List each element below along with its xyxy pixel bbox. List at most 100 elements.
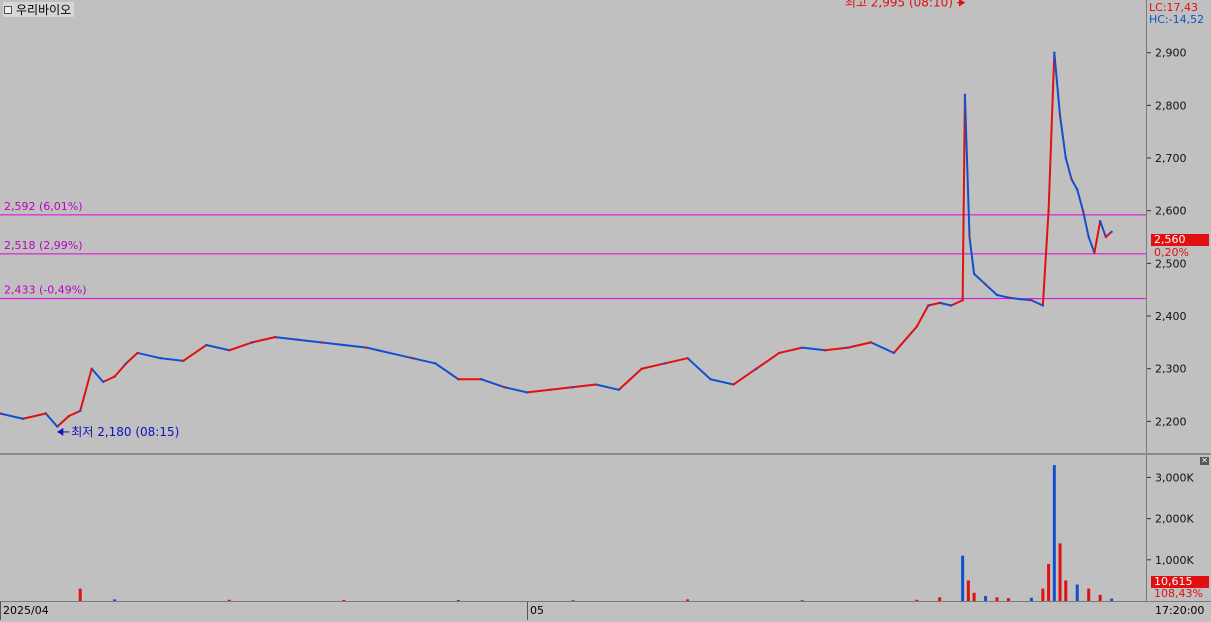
volume-bar bbox=[972, 592, 976, 601]
current-volume-change: 108,43% bbox=[1154, 587, 1203, 600]
clock-label: 17:20:00 bbox=[1155, 604, 1205, 617]
low-arrow-head bbox=[57, 427, 64, 436]
low-label: 최저 2,180 (08:15) bbox=[71, 425, 179, 439]
volume-panel[interactable] bbox=[0, 455, 1146, 601]
price-segment bbox=[1041, 210, 1050, 306]
price-point bbox=[617, 388, 621, 391]
price-point bbox=[1058, 114, 1062, 118]
price-tick-label: 2,200 bbox=[1155, 415, 1187, 428]
price-point bbox=[755, 367, 758, 370]
price-point bbox=[90, 367, 93, 370]
price-segment bbox=[847, 341, 872, 349]
price-segment bbox=[228, 341, 253, 352]
price-point bbox=[113, 375, 116, 378]
time-tick-start bbox=[0, 602, 1, 620]
price-segment bbox=[274, 336, 299, 341]
price-point bbox=[79, 409, 82, 413]
price-chart: 2,592 (6,01%) 2,518 (2,99%) 2,433 (-0,49%)… bbox=[0, 0, 1146, 439]
price-point bbox=[56, 425, 59, 428]
price-point bbox=[1076, 188, 1079, 191]
time-label-month: 05 bbox=[530, 604, 544, 617]
price-segment bbox=[504, 386, 528, 394]
price-tick-label: 2,900 bbox=[1155, 47, 1187, 60]
volume-bar bbox=[1075, 584, 1079, 601]
price-segment bbox=[251, 336, 276, 344]
price-segment bbox=[939, 301, 952, 307]
price-point bbox=[995, 293, 999, 297]
price-point bbox=[228, 349, 231, 352]
price-point bbox=[1104, 235, 1108, 239]
price-segment bbox=[45, 412, 59, 428]
level-label: 2,433 (-0,49%) bbox=[4, 284, 86, 297]
price-point bbox=[388, 351, 391, 355]
price-segment bbox=[996, 294, 1009, 299]
volume-bar bbox=[78, 588, 82, 601]
price-point bbox=[686, 356, 689, 360]
stock-chart-window: 2,592 (6,01%) 2,518 (2,99%) 2,433 (-0,49%)… bbox=[0, 0, 1211, 622]
price-segment bbox=[950, 299, 964, 307]
price-point bbox=[319, 341, 323, 344]
price-segment bbox=[893, 325, 918, 354]
price-point bbox=[915, 325, 918, 328]
price-segment bbox=[102, 375, 116, 383]
price-axis-ticks: 2,900 2,800 2,700 2,600 2,500 2,400 2,300 2,200 bbox=[1147, 47, 1187, 428]
price-segment bbox=[527, 388, 551, 394]
price-panel[interactable]: 2,592 (6,01%) 2,518 (2,99%) 2,433 (-0,49%)… bbox=[0, 0, 1146, 453]
volume-tick-label: 1,000K bbox=[1155, 554, 1194, 567]
window-square-icon[interactable] bbox=[4, 5, 12, 14]
volume-bar bbox=[1052, 465, 1056, 601]
time-axis[interactable]: 2025/04 05 17:20:00 bbox=[0, 601, 1211, 622]
price-point bbox=[663, 362, 666, 365]
volume-bar bbox=[1041, 588, 1045, 601]
price-segment bbox=[595, 383, 620, 391]
price-segment bbox=[113, 362, 127, 378]
price-point bbox=[67, 414, 70, 418]
price-tick-label: 2,800 bbox=[1155, 99, 1187, 112]
price-segment bbox=[664, 357, 688, 365]
price-segment bbox=[870, 341, 895, 354]
price-point bbox=[1030, 299, 1033, 302]
price-point bbox=[136, 351, 139, 355]
time-tick-month bbox=[527, 602, 528, 620]
price-axis[interactable]: 2,900 2,800 2,700 2,600 2,500 2,400 2,300 2,200 bbox=[1146, 0, 1211, 453]
price-tick-label: 2,400 bbox=[1155, 310, 1187, 323]
price-segment bbox=[984, 283, 998, 296]
price-point bbox=[101, 380, 105, 384]
price-segment bbox=[641, 362, 665, 370]
price-segment bbox=[549, 386, 574, 391]
price-point bbox=[927, 304, 930, 307]
price-point bbox=[963, 93, 967, 97]
volume-bar bbox=[1087, 588, 1091, 601]
price-point bbox=[159, 356, 162, 360]
price-segment bbox=[389, 351, 413, 360]
price-point bbox=[801, 346, 804, 349]
price-point bbox=[250, 341, 254, 344]
price-segment bbox=[434, 362, 459, 381]
price-point bbox=[273, 335, 277, 339]
price-segment bbox=[825, 346, 849, 352]
price-segment bbox=[79, 368, 93, 412]
price-point bbox=[480, 378, 483, 381]
price-point bbox=[44, 412, 48, 415]
price-segment bbox=[412, 357, 436, 365]
price-segment bbox=[137, 351, 161, 360]
price-segment bbox=[732, 367, 757, 386]
price-tick-label: 2,600 bbox=[1155, 205, 1187, 218]
price-segment bbox=[297, 338, 321, 344]
price-segment bbox=[1047, 52, 1056, 211]
level-label: 2,518 (2,99%) bbox=[4, 239, 83, 252]
high-label: 최고 2,995 (08:10) bbox=[845, 0, 953, 10]
price-segment bbox=[1099, 220, 1107, 238]
volume-bar bbox=[961, 555, 965, 601]
price-point bbox=[1098, 220, 1102, 223]
stock-title[interactable]: 우리바이오 bbox=[3, 2, 75, 17]
price-point bbox=[21, 417, 25, 420]
price-segment bbox=[1087, 236, 1096, 254]
volume-bar bbox=[1064, 580, 1068, 601]
volume-tick-label: 2,000K bbox=[1155, 513, 1194, 526]
price-point bbox=[124, 362, 128, 365]
price-point bbox=[778, 351, 781, 355]
price-segment bbox=[206, 344, 230, 352]
volume-bar bbox=[1047, 563, 1051, 601]
close-icon[interactable]: ✕ bbox=[1200, 457, 1209, 465]
